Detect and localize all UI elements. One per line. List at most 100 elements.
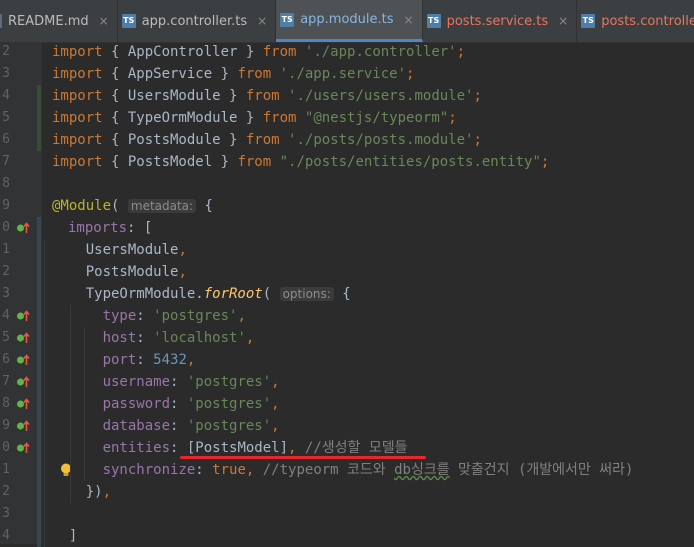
typescript-file-icon: TS: [280, 12, 295, 27]
tab-posts-service-ts[interactable]: TS posts.service.ts ×: [423, 0, 578, 42]
code-line[interactable]: 7 username: 'postgres',: [0, 371, 694, 393]
code-line[interactable]: 4 import { UsersModule } from './users/us…: [0, 85, 694, 107]
code-line[interactable]: 2 PostsModule,: [0, 261, 694, 283]
tab-posts-controller-ts[interactable]: TSposts.controller.ts×: [577, 0, 694, 42]
code-token: ,: [237, 308, 246, 324]
tab-label: posts.controller.ts: [601, 13, 694, 29]
code-line[interactable]: 2 }),: [0, 481, 694, 503]
line-number: 0: [2, 440, 10, 455]
code-line[interactable]: 3 TypeOrmModule.forRoot( options: {: [0, 283, 694, 305]
code-text: UsersModule,: [52, 239, 187, 261]
line-number: 0: [2, 220, 10, 235]
code-token: port: [102, 352, 137, 368]
code-line[interactable]: 1 UsersModule,: [0, 239, 694, 261]
code-token: db싱크를: [394, 462, 450, 478]
code-token: import: [52, 88, 103, 104]
code-token: 'postgres': [153, 308, 238, 324]
code-token: 맞출건지 (개발에서만 써라): [449, 462, 634, 478]
code-token: import: [52, 154, 103, 170]
code-line[interactable]: 3: [0, 503, 694, 525]
code-token: ,: [245, 330, 255, 346]
code-token: ;: [448, 110, 457, 126]
code-text: imports: [: [68, 217, 152, 239]
code-line[interactable]: 2 import { AppController } from './app.co…: [0, 41, 694, 63]
line-number: 9: [2, 198, 10, 213]
code-token: type: [102, 308, 137, 324]
code-token: from: [237, 154, 272, 170]
code-token: "@nestjs/typeorm": [304, 110, 449, 126]
code-text: type: 'postgres',: [52, 305, 246, 327]
parameter-hint: options:: [279, 287, 334, 301]
code-token: }): [52, 484, 103, 500]
code-line[interactable]: 8: [0, 173, 694, 195]
code-line[interactable]: 0 entities: [PostsModel], //생성할 모델들: [0, 437, 694, 459]
code-token: './users/users.module': [288, 88, 474, 104]
code-line[interactable]: 5 import { TypeOrmModule } from "@nestjs/…: [0, 107, 694, 129]
code-token: "./posts/entities/posts.entity": [279, 154, 541, 170]
line-number: 5: [2, 330, 10, 345]
code-line[interactable]: 6 port: 5432,: [0, 349, 694, 371]
code-line[interactable]: 7 import { PostsModel } from "./posts/ent…: [0, 151, 694, 173]
typescript-file-icon: TS: [121, 14, 136, 28]
code-token: :: [136, 330, 154, 346]
code-text: TypeOrmModule.forRoot( options: {: [52, 283, 351, 305]
tab-README-md[interactable]: M README.md ×: [0, 0, 118, 42]
code-line[interactable]: 6 import { PostsModule } from './posts/po…: [0, 129, 694, 151]
code-token: ;: [473, 88, 482, 104]
code-line[interactable]: 4 type: 'postgres',: [0, 305, 694, 327]
code-text: import { UsersModule } from './users/use…: [52, 85, 482, 107]
code-token: //생성할 모델들: [304, 440, 408, 456]
tab-label: posts.service.ts: [446, 13, 549, 29]
lightbulb-icon[interactable]: [58, 462, 74, 478]
code-token: username: [102, 374, 171, 390]
code-line[interactable]: 8 password: 'postgres',: [0, 393, 694, 415]
code-line[interactable]: 1 synchronize: true, //typeorm 코드와 db싱크를…: [0, 459, 694, 481]
code-token: (: [111, 198, 128, 214]
indent-guide: [44, 239, 45, 547]
code-token: ;: [456, 44, 466, 60]
code-text: database: 'postgres',: [52, 415, 280, 437]
code-token: {: [333, 286, 351, 302]
code-line[interactable]: 3 import { AppService } from './app.servi…: [0, 63, 694, 85]
line-number: 4: [2, 308, 10, 323]
code-token: './app.controller': [304, 44, 457, 60]
line-number: 4: [2, 88, 10, 103]
code-token: host: [102, 330, 137, 346]
code-token: from: [262, 44, 297, 60]
line-number: 2: [2, 484, 10, 499]
tab-label: README.md: [8, 13, 89, 29]
line-number: 2: [2, 44, 10, 59]
code-token: entities: [102, 440, 171, 456]
code-line[interactable]: 5 host: 'localhost',: [0, 327, 694, 349]
tab-app-module-ts[interactable]: TS app.module.ts ×: [276, 0, 423, 42]
code-editor[interactable]: 2 import { AppController } from './app.co…: [0, 41, 694, 547]
close-tab-icon[interactable]: ×: [257, 14, 267, 28]
code-text: host: 'localhost',: [52, 327, 255, 349]
code-line[interactable]: 9 @Module( metadata: {: [0, 195, 694, 217]
code-text: @Module( metadata: {: [52, 195, 213, 217]
code-token: :: [195, 462, 213, 478]
close-tab-icon[interactable]: ×: [558, 14, 568, 28]
code-token: ,: [178, 242, 187, 258]
close-tab-icon[interactable]: ×: [404, 13, 414, 27]
code-line[interactable]: 0 imports: [: [0, 217, 694, 239]
indent-guide: [70, 305, 71, 503]
tab-label: app.controller.ts: [141, 13, 248, 29]
tab-app-controller-ts[interactable]: TS app.controller.ts ×: [118, 0, 277, 42]
code-token: UsersModule: [52, 242, 179, 258]
code-text: password: 'postgres',: [52, 393, 280, 415]
line-number: 7: [2, 374, 10, 389]
code-token: import: [52, 110, 103, 126]
line-number: 7: [2, 154, 10, 169]
line-number: 9: [2, 418, 10, 433]
close-tab-icon[interactable]: ×: [99, 14, 109, 28]
typescript-file-icon: TS: [426, 14, 441, 28]
code-line[interactable]: 9 database: 'postgres',: [0, 415, 694, 437]
code-text: import { TypeOrmModule } from "@nestjs/t…: [52, 107, 457, 129]
code-token: from: [262, 110, 297, 126]
code-token: : [: [127, 220, 153, 236]
